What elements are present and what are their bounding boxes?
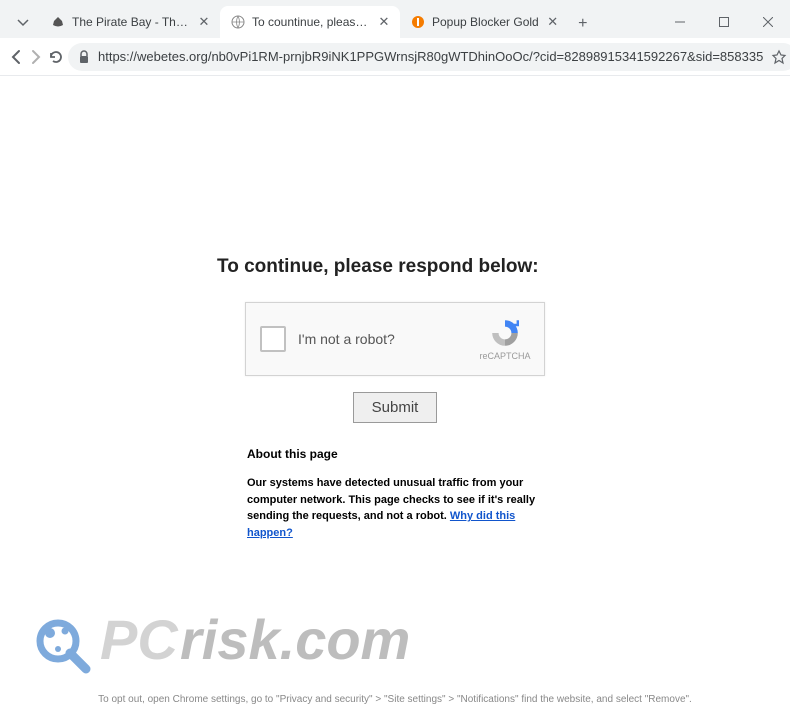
page-viewport: To continue, please respond below: I'm n… bbox=[0, 76, 790, 711]
maximize-button[interactable] bbox=[702, 6, 746, 38]
about-heading: About this page bbox=[215, 447, 575, 461]
back-button[interactable] bbox=[8, 43, 24, 71]
recaptcha-brand-text: reCAPTCHA bbox=[479, 351, 530, 361]
svg-text:risk.com: risk.com bbox=[180, 608, 410, 671]
recaptcha-logo-icon bbox=[489, 317, 521, 349]
recaptcha-widget[interactable]: I'm not a robot? reCAPTCHA bbox=[245, 302, 545, 376]
tab-piratebay[interactable]: The Pirate Bay - The galaxy's m ✕ bbox=[40, 6, 220, 38]
close-icon[interactable]: ✕ bbox=[545, 14, 561, 30]
close-icon[interactable]: ✕ bbox=[196, 14, 212, 30]
browser-toolbar: https://webetes.org/nb0vPi1RM-prnjbR9iNK… bbox=[0, 38, 790, 76]
tab-title: To countinue, please respond b bbox=[252, 15, 370, 29]
tab-strip: The Pirate Bay - The galaxy's m ✕ To cou… bbox=[0, 0, 658, 38]
window-controls bbox=[658, 6, 790, 38]
captcha-content: To continue, please respond below: I'm n… bbox=[215, 256, 575, 541]
favicon-ship-icon bbox=[50, 14, 66, 30]
arrow-left-icon bbox=[8, 49, 24, 65]
chevron-down-icon bbox=[17, 17, 29, 29]
page-heading: To continue, please respond below: bbox=[215, 256, 575, 278]
address-bar[interactable]: https://webetes.org/nb0vPi1RM-prnjbR9iNK… bbox=[68, 43, 790, 71]
about-body: Our systems have detected unusual traffi… bbox=[215, 475, 575, 541]
forward-button[interactable] bbox=[28, 43, 44, 71]
tab-webetes[interactable]: To countinue, please respond b ✕ bbox=[220, 6, 400, 38]
close-icon[interactable]: ✕ bbox=[376, 14, 392, 30]
recaptcha-label: I'm not a robot? bbox=[298, 331, 474, 347]
recaptcha-checkbox[interactable] bbox=[260, 326, 286, 352]
svg-text:PC: PC bbox=[100, 608, 179, 671]
favicon-globe-icon bbox=[230, 14, 246, 30]
new-tab-button[interactable]: + bbox=[569, 10, 597, 38]
pcrisk-watermark: PC risk.com bbox=[30, 591, 450, 681]
arrow-right-icon bbox=[28, 49, 44, 65]
reload-icon bbox=[48, 49, 64, 65]
tab-title: Popup Blocker Gold bbox=[432, 15, 539, 29]
window-titlebar: The Pirate Bay - The galaxy's m ✕ To cou… bbox=[0, 0, 790, 38]
favicon-shield-icon bbox=[410, 14, 426, 30]
reload-button[interactable] bbox=[48, 43, 64, 71]
footer-instructions: To opt out, open Chrome settings, go to … bbox=[0, 694, 790, 705]
url-text: https://webetes.org/nb0vPi1RM-prnjbR9iNK… bbox=[98, 49, 763, 64]
lock-icon bbox=[78, 50, 90, 64]
bookmark-star-icon[interactable] bbox=[771, 49, 787, 65]
tab-title: The Pirate Bay - The galaxy's m bbox=[72, 15, 190, 29]
submit-button[interactable]: Submit bbox=[353, 392, 438, 423]
close-window-button[interactable] bbox=[746, 6, 790, 38]
minimize-button[interactable] bbox=[658, 6, 702, 38]
tab-search-dropdown[interactable] bbox=[8, 8, 38, 38]
tab-popup-blocker[interactable]: Popup Blocker Gold ✕ bbox=[400, 6, 569, 38]
recaptcha-brand: reCAPTCHA bbox=[474, 317, 544, 361]
